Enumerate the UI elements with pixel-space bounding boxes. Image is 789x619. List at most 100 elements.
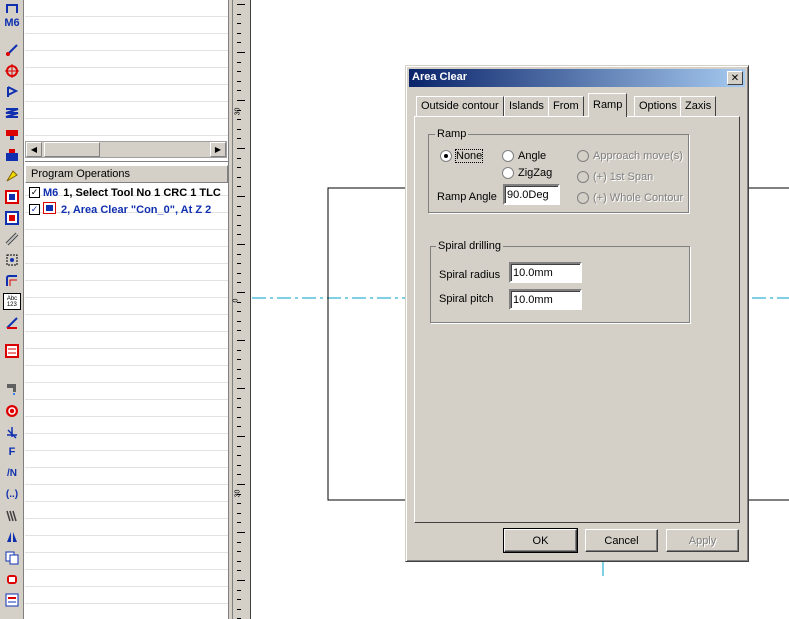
thread-icon[interactable] bbox=[3, 507, 21, 524]
ruler-tick bbox=[237, 561, 241, 562]
ruler-tick bbox=[237, 177, 241, 178]
ruler-tick bbox=[237, 186, 241, 187]
post-process-icon[interactable] bbox=[3, 591, 21, 608]
close-icon[interactable]: ✕ bbox=[727, 71, 743, 85]
ramp-angle-radio[interactable]: Angle bbox=[502, 150, 546, 162]
tab-islands[interactable]: Islands bbox=[504, 96, 549, 116]
ruler-tick bbox=[237, 90, 241, 91]
radio-dot[interactable] bbox=[502, 150, 514, 162]
ruler-tick bbox=[237, 52, 245, 53]
ramp-none-radio[interactable]: None bbox=[440, 149, 484, 163]
copy-op-icon[interactable] bbox=[3, 549, 21, 566]
dialog-title-bar[interactable]: Area Clear ✕ bbox=[409, 69, 745, 87]
m6-tool-icon[interactable]: M6 bbox=[3, 15, 21, 32]
ruler-tick bbox=[237, 81, 241, 82]
radio-dot[interactable] bbox=[502, 167, 514, 179]
engrave-text-icon[interactable]: Abc 123 bbox=[3, 293, 21, 310]
feedrate-icon[interactable]: F bbox=[3, 444, 21, 461]
contour-path-icon[interactable] bbox=[3, 272, 21, 289]
area-clear-op-icon[interactable] bbox=[3, 188, 21, 205]
axis-origin-icon[interactable] bbox=[3, 423, 21, 440]
pocket-op-icon[interactable] bbox=[3, 209, 21, 226]
radio-dot[interactable] bbox=[577, 150, 589, 162]
whole-contour-radio[interactable]: (+) Whole Contour bbox=[577, 192, 683, 204]
operation-row[interactable]: ✓ 2, Area Clear "Con_0", At Z 2 bbox=[29, 202, 211, 217]
spiral-pitch-input[interactable] bbox=[509, 289, 582, 310]
radio-dot[interactable] bbox=[577, 192, 589, 204]
apply-button[interactable]: Apply bbox=[666, 529, 739, 552]
ruler-tick bbox=[237, 4, 245, 5]
ruler-tick bbox=[237, 129, 241, 130]
tab-from[interactable]: From bbox=[548, 96, 584, 116]
operation-text: 2, Area Clear "Con_0", At Z 2 bbox=[61, 203, 212, 216]
ramp-zigzag-radio[interactable]: ZigZag bbox=[502, 167, 552, 179]
pocket-zigzag-icon[interactable] bbox=[3, 104, 21, 121]
ruler-tick bbox=[237, 570, 241, 571]
program-operations-panel: Program Operations ✓ M6 1, Select Tool N… bbox=[25, 161, 228, 619]
ruler-tick bbox=[237, 14, 241, 15]
ruler-tick bbox=[237, 311, 241, 312]
approach-moves-radio[interactable]: Approach move(s) bbox=[577, 150, 683, 162]
ruler-tick bbox=[237, 138, 241, 139]
ruler-tick bbox=[237, 388, 245, 389]
left-toolbar: M6 Abc 123 F /N (..) bbox=[0, 0, 24, 619]
cylinder-icon[interactable] bbox=[3, 570, 21, 587]
radio-dot[interactable] bbox=[577, 171, 589, 183]
ruler-tick bbox=[237, 71, 241, 72]
tab-options[interactable]: Options bbox=[634, 96, 682, 116]
ruler-tick bbox=[237, 455, 241, 456]
profile-op-icon[interactable] bbox=[3, 251, 21, 268]
operation-checkbox[interactable]: ✓ bbox=[29, 204, 40, 215]
highlight-tool-icon[interactable] bbox=[3, 167, 21, 184]
cam-application-window: M6 Abc 123 F /N (..) ◀ ▶ Program Operati… bbox=[0, 0, 789, 619]
scrollbar-thumb[interactable] bbox=[44, 142, 100, 157]
ruler-tick bbox=[237, 465, 241, 466]
comment-icon[interactable]: (..) bbox=[3, 486, 21, 503]
tool-holder-icon[interactable] bbox=[3, 125, 21, 142]
ruler-tick bbox=[237, 359, 241, 360]
first-span-radio[interactable]: (+) 1st Span bbox=[577, 171, 653, 183]
cancel-button[interactable]: Cancel bbox=[585, 529, 658, 552]
tab-zaxis[interactable]: Zaxis bbox=[680, 96, 717, 116]
ruler-tick bbox=[237, 148, 245, 149]
ruler-tick bbox=[237, 474, 241, 475]
scroll-left-icon[interactable]: ◀ bbox=[26, 142, 42, 157]
vertical-ruler: 30 0 30 bbox=[232, 0, 251, 619]
spiral-radius-input[interactable] bbox=[509, 262, 582, 283]
z-level-icon[interactable] bbox=[3, 83, 21, 100]
ok-button[interactable]: OK bbox=[503, 528, 578, 553]
tab-ramp[interactable]: Ramp bbox=[588, 93, 628, 117]
ruler-tick bbox=[237, 426, 241, 427]
crosshair-circle-icon[interactable] bbox=[3, 62, 21, 79]
spiral-radius-label: Spiral radius bbox=[439, 269, 501, 281]
ruler-tick bbox=[237, 330, 241, 331]
radio-dot[interactable] bbox=[440, 150, 452, 162]
tool-library-icon[interactable] bbox=[3, 342, 21, 359]
horizontal-scrollbar[interactable]: ◀ ▶ bbox=[25, 141, 227, 158]
ruler-tick bbox=[237, 292, 245, 293]
scroll-right-icon[interactable]: ▶ bbox=[210, 142, 226, 157]
ramp-angle-input[interactable] bbox=[503, 184, 560, 205]
ruler-tick bbox=[237, 23, 241, 24]
ruler-tick bbox=[237, 542, 241, 543]
stop-icon[interactable] bbox=[3, 402, 21, 419]
ruler-tick bbox=[237, 513, 241, 514]
ruler-tick bbox=[237, 158, 241, 159]
chamfer-arrow-icon[interactable] bbox=[3, 314, 21, 331]
fixture-icon[interactable] bbox=[3, 146, 21, 163]
ruler-tick bbox=[237, 532, 245, 533]
coolant-tap-icon[interactable] bbox=[3, 379, 21, 396]
line-arrow-icon[interactable] bbox=[3, 41, 21, 58]
ruler-label: 30 bbox=[234, 107, 242, 116]
block-number-icon[interactable]: /N bbox=[3, 465, 21, 482]
ruler-tick bbox=[237, 407, 241, 408]
drill-bit-icon[interactable] bbox=[3, 230, 21, 247]
operation-checkbox[interactable]: ✓ bbox=[29, 187, 40, 198]
radio-label: Angle bbox=[518, 150, 547, 162]
ruler-tick bbox=[237, 100, 245, 101]
mirror-icon[interactable] bbox=[3, 528, 21, 545]
tab-outside-contour[interactable]: Outside contour bbox=[416, 96, 504, 116]
ruler-tick bbox=[237, 350, 241, 351]
operation-row[interactable]: ✓ M6 1, Select Tool No 1 CRC 1 TLC bbox=[29, 185, 221, 200]
ruler-tick bbox=[237, 398, 241, 399]
